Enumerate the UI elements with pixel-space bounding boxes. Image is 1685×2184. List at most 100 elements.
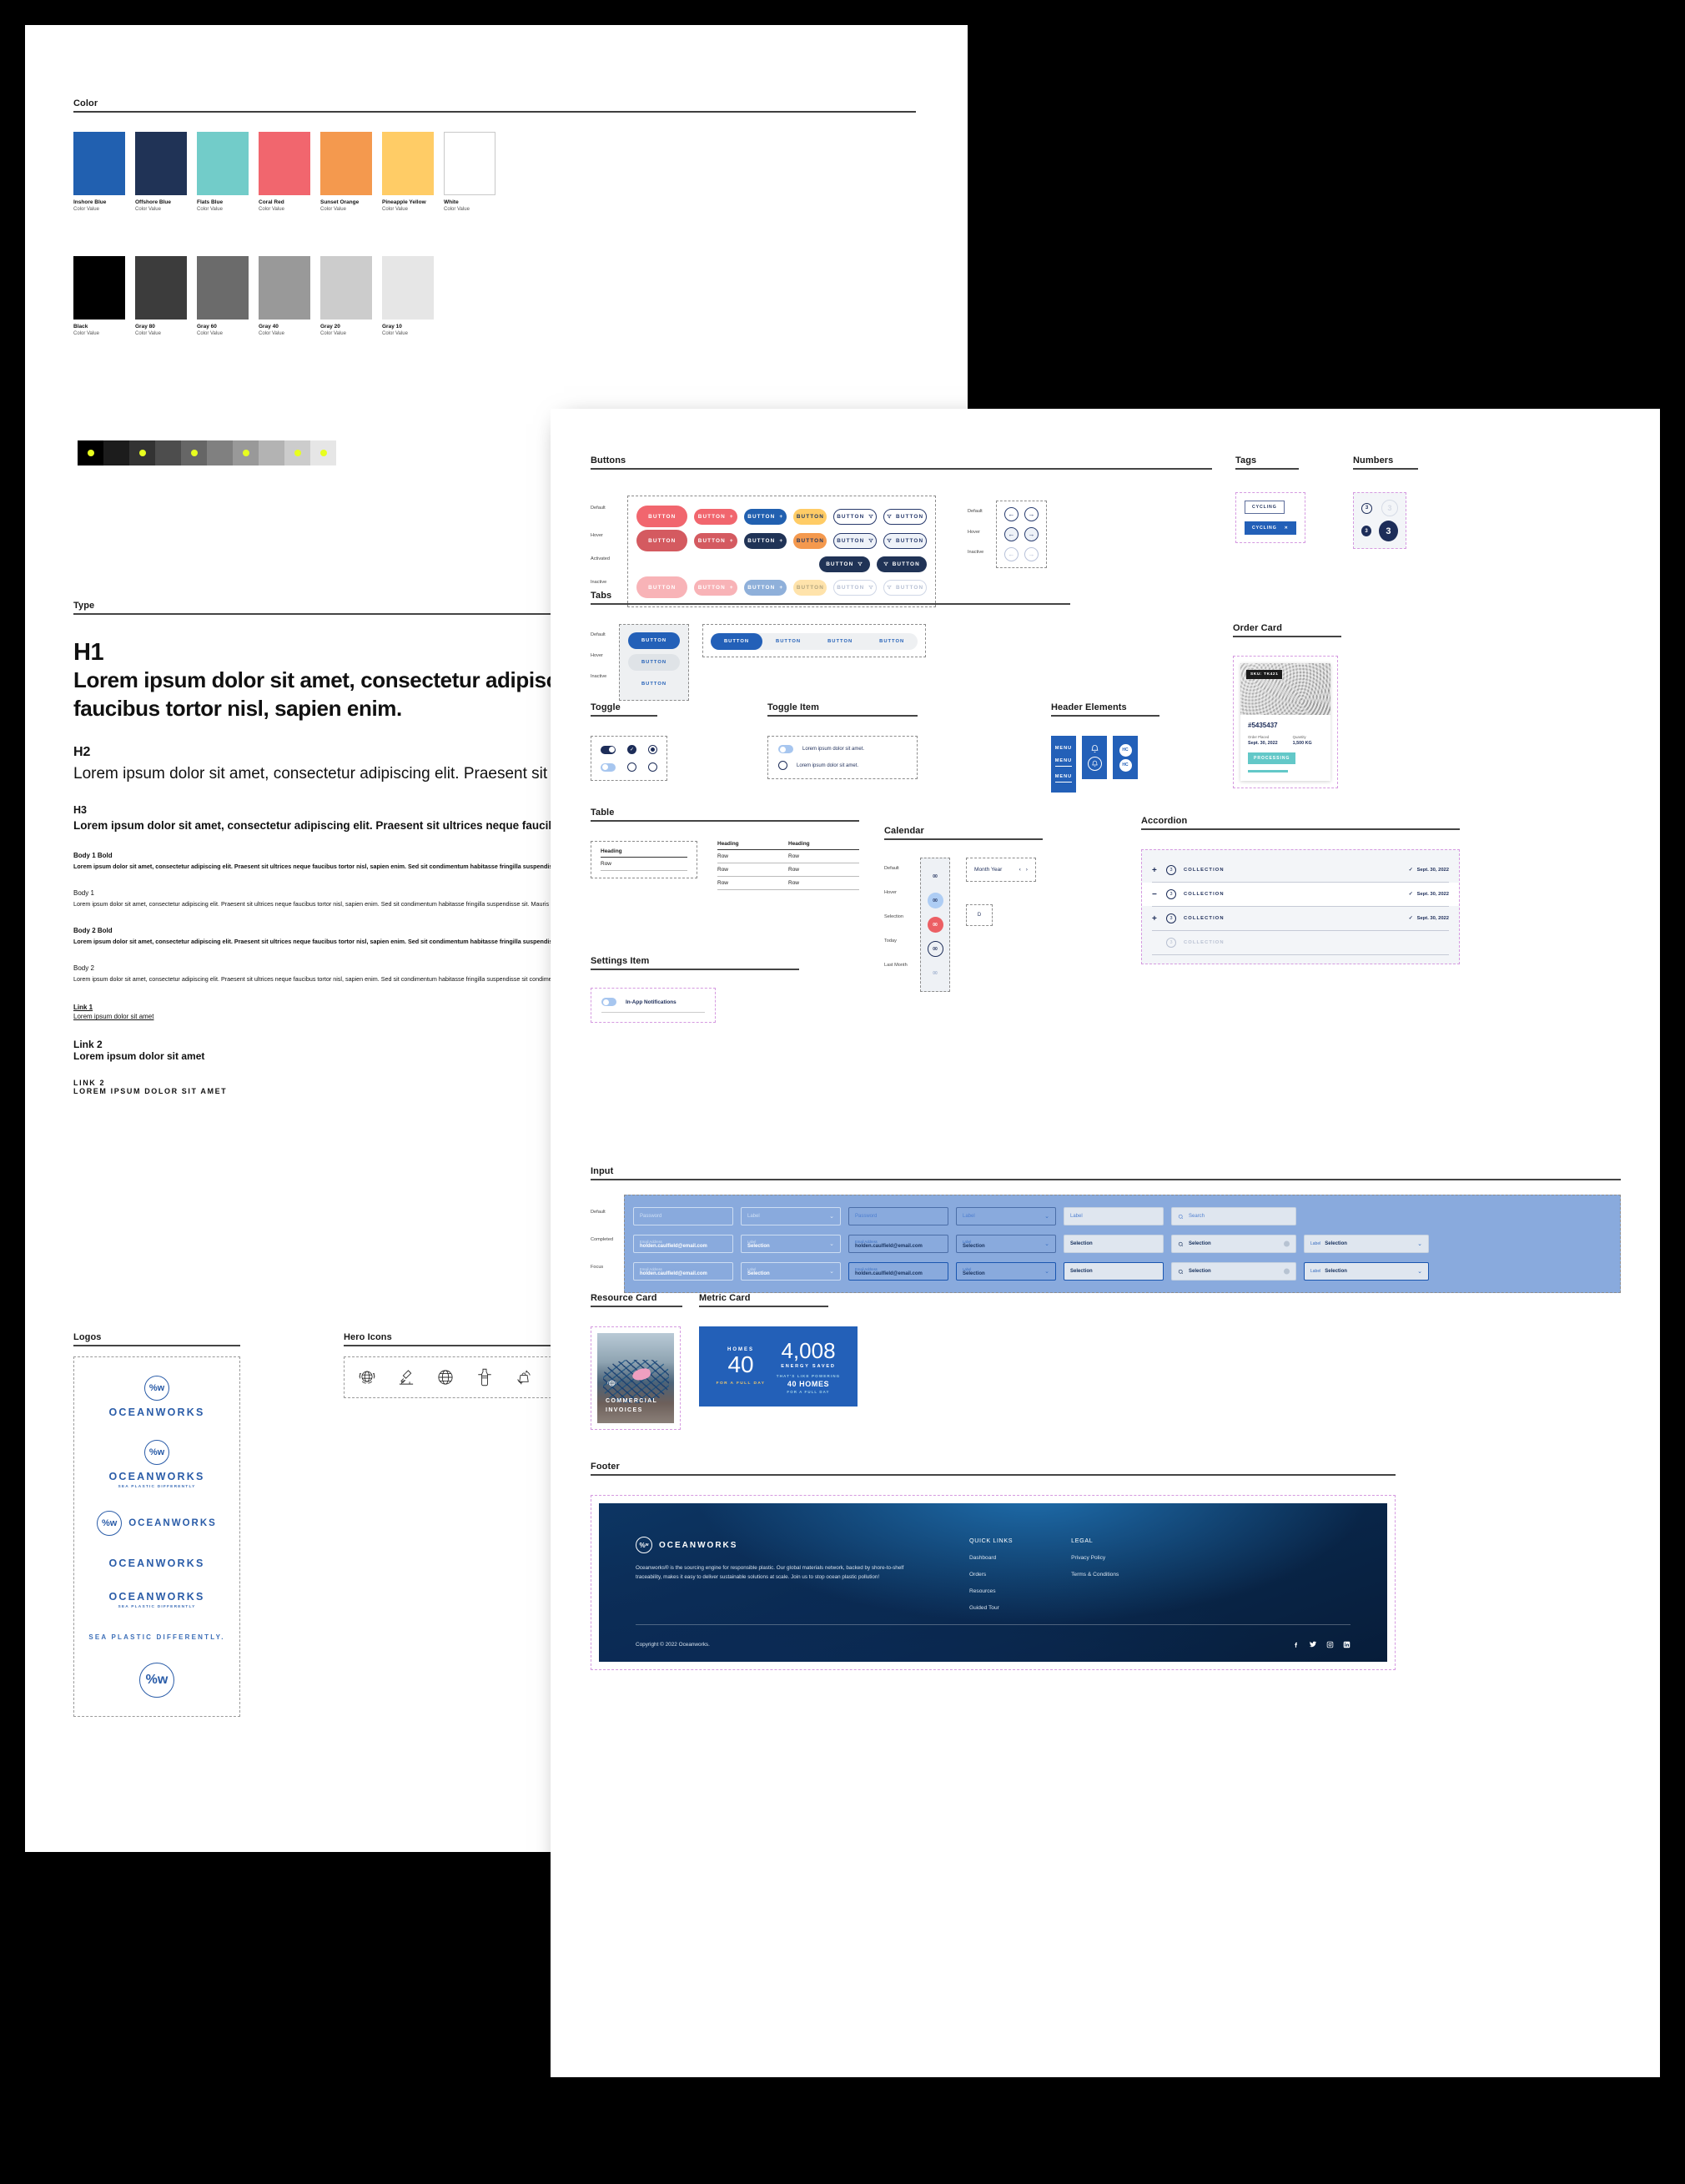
coral-add-button-hover[interactable]: BUTTON + (694, 532, 737, 549)
toggle-item-row[interactable]: Lorem ipsum dolor sit amet. (778, 745, 907, 753)
menu-item-underlined[interactable]: MENU (1054, 758, 1073, 767)
email-input-ghost-completed[interactable]: Email Address holden.caulfield@email.com (633, 1235, 733, 1253)
email-input-focus[interactable]: Email Address holden.caulfield@email.com (848, 1262, 948, 1281)
footer-link-privacy[interactable]: Privacy Policy (1071, 1555, 1119, 1561)
expand-icon[interactable]: + (1152, 914, 1159, 923)
next-month-button[interactable]: › (1026, 867, 1028, 873)
checkbox-unchecked[interactable] (627, 762, 636, 772)
clear-icon[interactable] (1284, 1240, 1290, 1247)
label-select-ghost-completed[interactable]: Label Selection ⌄ (741, 1235, 841, 1253)
email-input-ghost-focus[interactable]: Email Address holden.caulfield@email.com (633, 1262, 733, 1281)
arrow-right-button[interactable]: → (1024, 507, 1039, 521)
radio-selected[interactable] (648, 745, 657, 754)
toggle-item-row[interactable]: Lorem ipsum dolor sit amet. (778, 761, 907, 770)
tab-item-0[interactable]: BUTTON (711, 633, 763, 650)
filter-button-right-activated[interactable]: BUTTON (819, 556, 870, 572)
calendar-day-today[interactable]: 00 (927, 941, 943, 957)
switch-off[interactable] (601, 998, 616, 1006)
menu-item-underlined[interactable]: MENU (1054, 774, 1073, 783)
menu-item[interactable]: MENU (1055, 746, 1072, 751)
blue-add-button[interactable]: BUTTON + (743, 508, 787, 525)
avatar[interactable]: HC (1119, 758, 1132, 772)
calendar-day-default[interactable]: 00 (928, 868, 943, 884)
resource-card[interactable]: COMMERCIAL INVOICES (597, 1333, 674, 1423)
checkbox-checked[interactable]: ✓ (627, 745, 636, 754)
primary-button[interactable]: BUTTON (636, 506, 688, 527)
accordion-row[interactable]: + 3 COLLECTION ✓ Sept. 30, 2022 (1142, 858, 1459, 882)
state-label-inactive: Inactive (968, 550, 984, 555)
filter-button-left-hover[interactable]: BUTTON (883, 532, 928, 549)
yellow-button-hover[interactable]: BUTTON (793, 532, 827, 549)
color-swatch: Gray 40 Color Value (259, 256, 310, 336)
switch-off[interactable] (778, 745, 793, 753)
search-input-gray-completed[interactable]: Selection (1171, 1235, 1296, 1253)
label-input-gray[interactable]: Label (1064, 1207, 1164, 1225)
clear-icon[interactable] (1284, 1268, 1290, 1275)
switch-on[interactable] (601, 745, 616, 754)
tab-hover[interactable]: BUTTON (628, 654, 681, 671)
tag-outline[interactable]: CYCLING (1245, 501, 1285, 514)
filter-button-right-hover[interactable]: BUTTON (833, 532, 878, 549)
footer-link-resources[interactable]: Resources (969, 1588, 1013, 1594)
calendar-day-last-month[interactable]: 00 (928, 965, 943, 981)
tab-default[interactable]: BUTTON (628, 632, 681, 649)
search-input-gray[interactable]: Search (1171, 1207, 1296, 1225)
switch-off[interactable] (601, 762, 616, 772)
bell-icon-ringed[interactable] (1087, 757, 1102, 771)
footer-link-dashboard[interactable]: Dashboard (969, 1555, 1013, 1561)
label-select-ghost[interactable]: Label ⌄ (741, 1207, 841, 1225)
tab-item-1[interactable]: BUTTON (762, 633, 814, 650)
blue-add-button-hover[interactable]: BUTTON + (743, 532, 787, 549)
password-input-solid[interactable]: Password (848, 1207, 948, 1225)
inline-label-select-focus[interactable]: Label Selection ⌄ (1304, 1262, 1429, 1281)
button-label: BUTTON (826, 561, 854, 567)
label-select-ghost-focus[interactable]: Label Selection ⌄ (741, 1262, 841, 1281)
yellow-button[interactable]: BUTTON (793, 508, 827, 525)
facebook-icon[interactable] (1292, 1641, 1300, 1648)
coral-add-button[interactable]: BUTTON + (694, 508, 737, 525)
arrow-left-button-hover[interactable]: ← (1004, 527, 1019, 541)
inline-label-select-completed[interactable]: Label Selection ⌄ (1304, 1235, 1429, 1253)
primary-button-hover[interactable]: BUTTON (636, 530, 688, 551)
label-select-solid[interactable]: Label ⌄ (956, 1207, 1056, 1225)
accordion-row[interactable]: + 3 COLLECTION ✓ Sept. 30, 2022 (1142, 907, 1459, 930)
accordion-row-expanded[interactable]: − 3 COLLECTION ✓ Sept. 30, 2022 (1142, 883, 1459, 906)
instagram-icon[interactable] (1326, 1641, 1334, 1648)
tag-filled[interactable]: CYCLING ✕ (1245, 521, 1296, 535)
avatar[interactable]: HC (1119, 743, 1132, 757)
footer-link-guided-tour[interactable]: Guided Tour (969, 1605, 1013, 1611)
label-input-gray-focus[interactable]: Selection (1064, 1262, 1164, 1281)
password-input-ghost[interactable]: Password (633, 1207, 733, 1225)
filter-button-left[interactable]: BUTTON (883, 508, 928, 525)
footer-link-orders[interactable]: Orders (969, 1572, 1013, 1578)
close-icon[interactable]: ✕ (1285, 526, 1289, 531)
order-card[interactable]: SKU: TK421 #5435437 Order Placed Sept. 3… (1240, 663, 1330, 781)
radio-unselected[interactable] (778, 761, 787, 770)
calendar-day-selected[interactable]: 00 (927, 917, 943, 933)
settings-item-row[interactable]: In-App Notifications (601, 998, 705, 1006)
label-select-solid-completed[interactable]: Label Selection ⌄ (956, 1235, 1056, 1253)
linkedin-icon[interactable] (1343, 1641, 1351, 1648)
filter-button-left-activated[interactable]: BUTTON (876, 556, 927, 572)
footer-link-terms[interactable]: Terms & Conditions (1071, 1572, 1119, 1578)
tab-inactive[interactable]: BUTTON (628, 676, 680, 692)
arrow-right-button-hover[interactable]: → (1024, 527, 1039, 541)
bell-icon[interactable] (1090, 744, 1099, 753)
chevron-down-icon: ⌄ (829, 1214, 834, 1220)
calendar-day-hover[interactable]: 00 (927, 893, 943, 908)
label-select-focus[interactable]: Label Selection ⌄ (956, 1262, 1056, 1281)
tab-item-2[interactable]: BUTTON (814, 633, 866, 650)
prev-month-button[interactable]: ‹ (1019, 867, 1021, 873)
arrow-left-button[interactable]: ← (1004, 507, 1019, 521)
arrow-right-button-inactive: → (1024, 547, 1039, 561)
email-input-solid-completed[interactable]: Email Address holden.caulfield@email.com (848, 1235, 948, 1253)
label-input-gray-completed[interactable]: Selection (1064, 1235, 1164, 1253)
search-input-gray-focus[interactable]: Selection (1171, 1262, 1296, 1281)
twitter-icon[interactable] (1309, 1640, 1317, 1648)
select-placeholder: Label (747, 1214, 760, 1219)
expand-icon[interactable]: + (1152, 866, 1159, 875)
collapse-icon[interactable]: − (1152, 890, 1159, 899)
radio-unselected[interactable] (648, 762, 657, 772)
tab-item-3[interactable]: BUTTON (866, 633, 918, 650)
filter-button-right[interactable]: BUTTON (833, 508, 878, 525)
